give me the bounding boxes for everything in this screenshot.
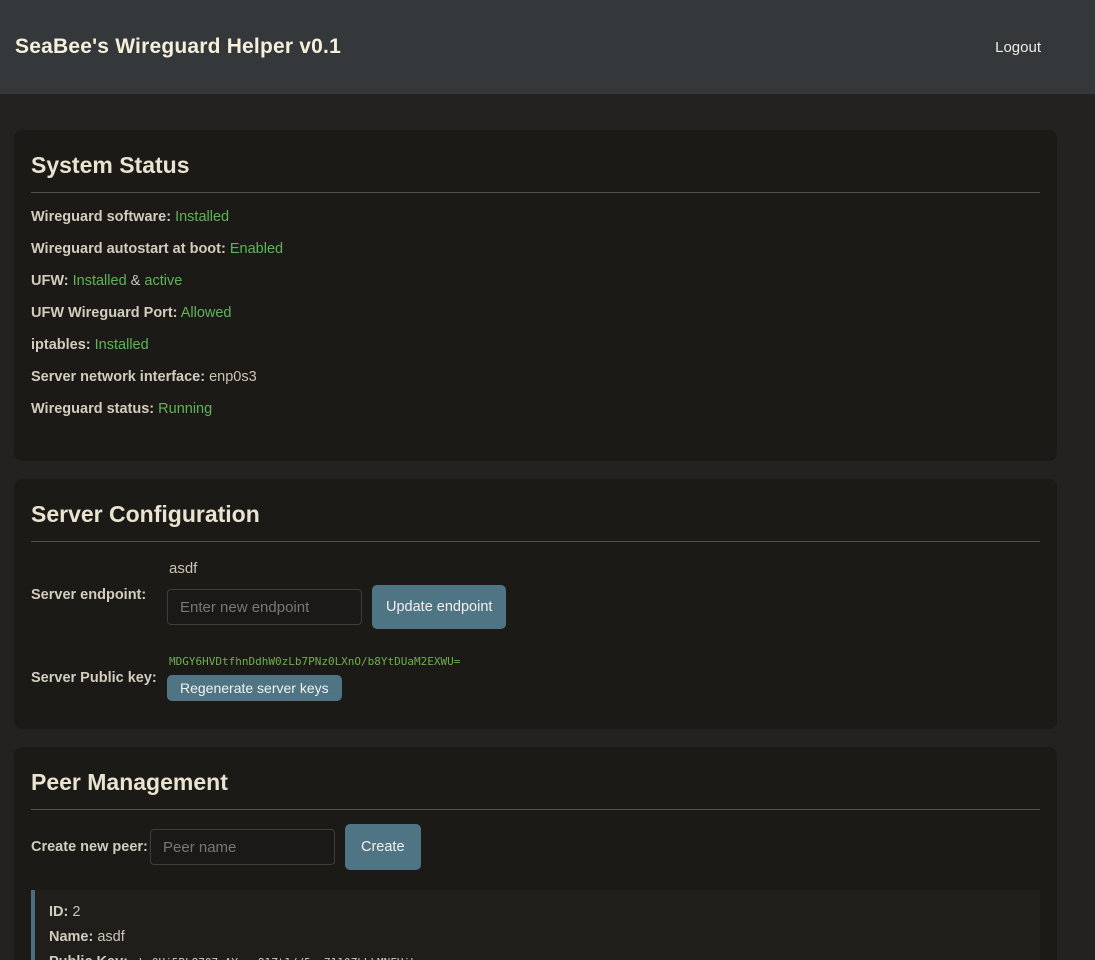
server-public-key-value: MDGY6HVDtfhnDdhW0zLb7PNz0LXnO/b8YtDUaM2E…	[169, 655, 460, 668]
status-value: Installed	[95, 337, 149, 353]
status-value: Running	[158, 401, 212, 417]
status-list: Wireguard software: Installed Wireguard a…	[31, 209, 1040, 417]
endpoint-input[interactable]	[167, 589, 362, 625]
server-endpoint-label: Server endpoint:	[31, 587, 167, 603]
peer-public-key: ckyOHj5Bk8707gAYmcn81Zt1//5ym7110ZkLkMNF…	[132, 956, 423, 960]
status-line: UFW Wireguard Port: Allowed	[31, 305, 1040, 321]
peer-public-key-row: Public Key: ckyOHj5Bk8707gAYmcn81Zt1//5y…	[49, 954, 1022, 960]
status-label: Wireguard autostart at boot:	[31, 241, 226, 257]
peer-management-title: Peer Management	[31, 769, 1040, 796]
status-line: Wireguard software: Installed	[31, 209, 1040, 225]
server-endpoint-controls: Update endpoint	[167, 585, 506, 629]
status-label: UFW Wireguard Port:	[31, 305, 177, 321]
server-endpoint-current-value: asdf	[169, 560, 506, 577]
status-value: Installed	[175, 209, 229, 225]
server-public-key-row: Server Public key: MDGY6HVDtfhnDdhW0zLb7…	[31, 655, 1040, 701]
status-line: Server network interface: enp0s3	[31, 369, 1040, 385]
peer-id-row: ID: 2	[49, 904, 1022, 920]
server-public-key-content: MDGY6HVDtfhnDdhW0zLb7PNz0LXnO/b8YtDUaM2E…	[167, 655, 460, 701]
status-value: Allowed	[181, 305, 232, 321]
system-status-title: System Status	[31, 152, 1040, 179]
peer-list: ID: 2 Name: asdf Public Key: ckyOHj5Bk8707…	[31, 890, 1040, 960]
peer-name: asdf	[97, 929, 124, 945]
app-header: SeaBee's Wireguard Helper v0.1 Logout	[0, 0, 1095, 94]
peer-id: 2	[72, 904, 80, 920]
create-peer-label: Create new peer:	[31, 839, 150, 855]
status-line: iptables: Installed	[31, 337, 1040, 353]
status-label: Server network interface:	[31, 369, 205, 385]
section-divider	[31, 541, 1040, 542]
peer-public-key-label: Public Key:	[49, 954, 128, 960]
status-value: enp0s3	[209, 369, 257, 385]
server-config-card: Server Configuration Server endpoint: as…	[14, 479, 1057, 729]
status-value: Enabled	[230, 241, 283, 257]
status-label: Wireguard status:	[31, 401, 154, 417]
status-line: Wireguard status: Running	[31, 401, 1040, 417]
peer-entry: ID: 2 Name: asdf Public Key: ckyOHj5Bk8707…	[31, 890, 1040, 960]
update-endpoint-button[interactable]: Update endpoint	[372, 585, 506, 629]
status-line: UFW: Installed & active	[31, 273, 1040, 289]
section-divider	[31, 809, 1040, 810]
status-line: Wireguard autostart at boot: Enabled	[31, 241, 1040, 257]
server-endpoint-row: Server endpoint: asdf Update endpoint	[31, 560, 1040, 629]
peer-name-label: Name:	[49, 929, 93, 945]
section-divider	[31, 192, 1040, 193]
regenerate-keys-button[interactable]: Regenerate server keys	[167, 675, 342, 701]
app-title: SeaBee's Wireguard Helper v0.1	[15, 35, 341, 59]
peer-management-card: Peer Management Create new peer: Create …	[14, 747, 1057, 960]
create-peer-row: Create new peer: Create	[31, 824, 1040, 870]
server-public-key-label: Server Public key:	[31, 670, 167, 686]
status-value: active	[144, 273, 182, 289]
peer-name-row: Name: asdf	[49, 929, 1022, 945]
status-label: UFW:	[31, 273, 69, 289]
status-value: Installed	[73, 273, 127, 289]
status-label: iptables:	[31, 337, 91, 353]
server-endpoint-content: asdf Update endpoint	[167, 560, 506, 629]
status-label: Wireguard software:	[31, 209, 171, 225]
server-config-title: Server Configuration	[31, 501, 1040, 528]
peer-name-input[interactable]	[150, 829, 335, 865]
system-status-card: System Status Wireguard software: Instal…	[14, 130, 1057, 461]
create-peer-button[interactable]: Create	[345, 824, 421, 870]
main-content: System Status Wireguard software: Instal…	[14, 130, 1057, 960]
logout-button[interactable]: Logout	[989, 38, 1047, 57]
peer-id-label: ID:	[49, 904, 68, 920]
status-value: &	[127, 273, 145, 289]
